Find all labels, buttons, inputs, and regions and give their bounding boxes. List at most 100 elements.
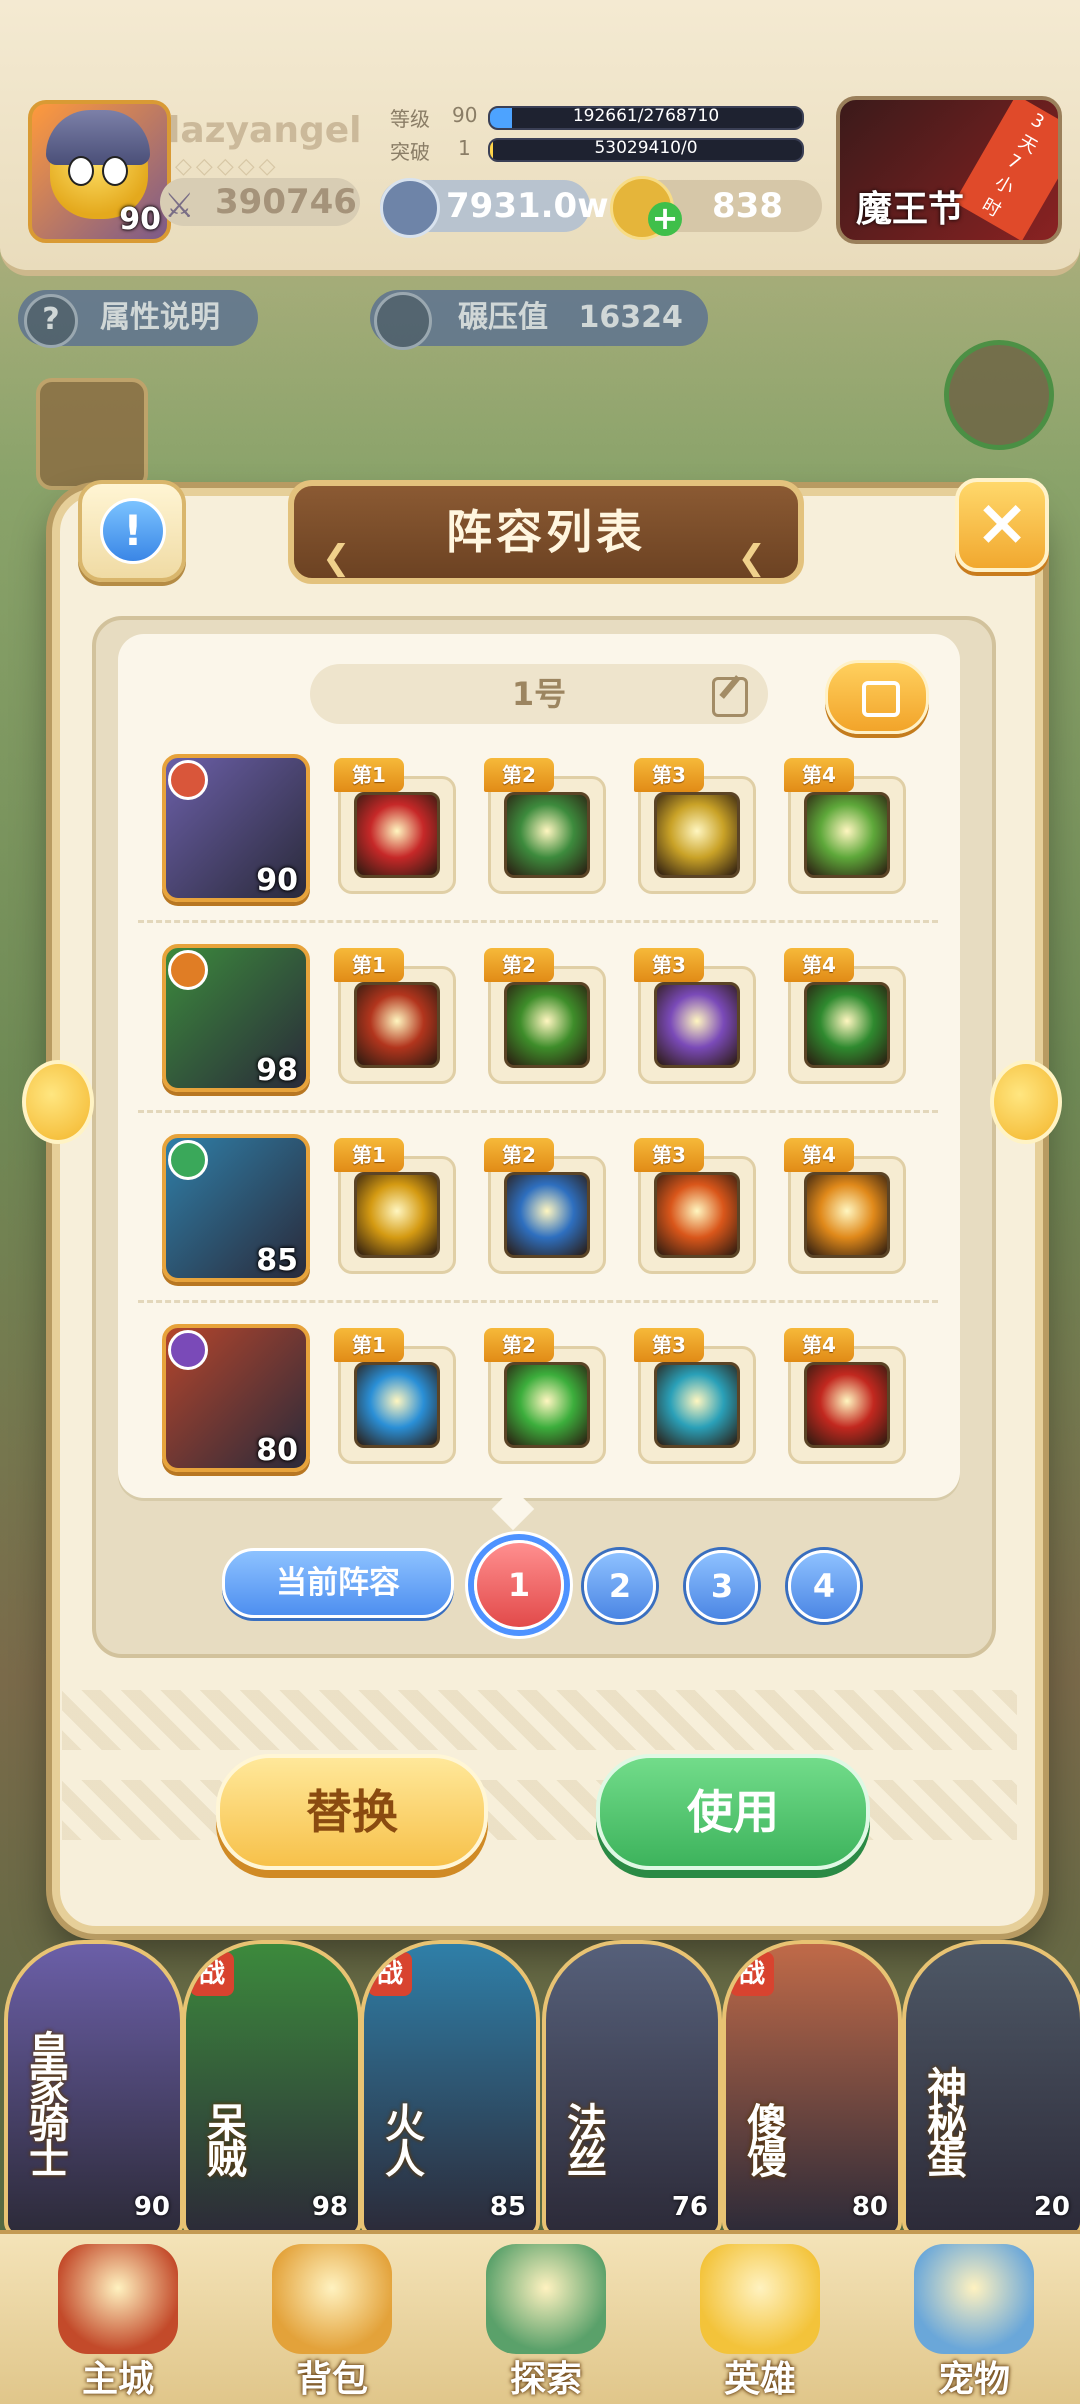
hero-level: 85 [256, 1243, 298, 1278]
crush-label: 碾压值 [458, 300, 548, 335]
name-decoration: ◇◇◇◇◇ [175, 154, 280, 179]
skill-slot[interactable]: 第4 [784, 1138, 906, 1274]
skill-icon [804, 982, 890, 1068]
skill-slot[interactable]: 第3 [634, 758, 756, 894]
skill-slot[interactable]: 第4 [784, 758, 906, 894]
skill-icon [654, 1362, 740, 1448]
skill-slot[interactable]: 第2 [484, 1138, 606, 1274]
nav-icon [914, 2244, 1034, 2354]
lineup-slot-1[interactable]: 1 [474, 1540, 564, 1630]
edit-icon[interactable] [712, 677, 748, 717]
skill-slot[interactable]: 第3 [634, 948, 756, 1084]
skill-slot[interactable]: 第1 [334, 948, 456, 1084]
player-name: lazyangel [168, 110, 362, 151]
side-item-icon[interactable] [36, 378, 148, 490]
info-button[interactable]: ! [78, 480, 186, 582]
roster-hero-level: 80 [851, 2192, 888, 2222]
top-hud: 90 lazyangel ◇◇◇◇◇ ⚔ 390746 等级 90 192661… [0, 0, 1080, 276]
skill-slot[interactable]: 第2 [484, 1328, 606, 1464]
skill-order-tag: 第2 [484, 948, 554, 982]
level-exp-bar: 192661/2768710 [488, 106, 804, 130]
use-button[interactable]: 使用 [596, 1754, 870, 1870]
skill-slot[interactable]: 第2 [484, 948, 606, 1084]
roster-hero-card[interactable]: 傻馒 80 战 [722, 1940, 902, 2238]
roster-hero-card[interactable]: 呆贼 98 战 [182, 1940, 362, 2238]
roster-hero-card[interactable]: 神秘蛋 20 [902, 1940, 1080, 2238]
lineup-slot-4[interactable]: 4 [788, 1550, 860, 1622]
skill-slot[interactable]: 第3 [634, 1328, 756, 1464]
crush-value: 16324 [578, 300, 683, 335]
add-gems-icon[interactable]: + [648, 202, 682, 236]
nav-icon [700, 2244, 820, 2354]
skill-order-tag: 第4 [784, 948, 854, 982]
nav-icon [486, 2244, 606, 2354]
skill-slot[interactable]: 第2 [484, 758, 606, 894]
replace-button[interactable]: 替换 [216, 1754, 488, 1870]
previous-arrow-button[interactable] [22, 1060, 94, 1144]
nav-item-4[interactable]: 英雄 [660, 2234, 860, 2404]
roster-hero-card[interactable]: 皇家骑士 90 [4, 1940, 184, 2238]
roster-hero-card[interactable]: 法丝 76 [542, 1940, 722, 2238]
hero-portrait[interactable]: 90 [162, 754, 310, 902]
crush-value-pill: 碾压值 16324 [370, 290, 708, 350]
roster-hero-level: 98 [311, 2192, 348, 2222]
hero-class-icon [168, 1330, 208, 1370]
skill-slot[interactable]: 第4 [784, 948, 906, 1084]
skill-slot[interactable]: 第1 [334, 758, 456, 894]
roster-hero-card[interactable]: 火人 85 战 [360, 1940, 540, 2238]
skill-icon [354, 1362, 440, 1448]
roster-hero-name: 神秘蛋 [920, 2066, 966, 2174]
next-arrow-button[interactable] [990, 1060, 1062, 1144]
hero-portrait[interactable]: 85 [162, 1134, 310, 1282]
lineup-slot-3[interactable]: 3 [686, 1550, 758, 1622]
avatar-eye [68, 156, 94, 186]
roster-hero-name: 傻馒 [740, 2102, 786, 2174]
title-left-ornament: ❮ [322, 538, 355, 578]
compass-icon[interactable] [944, 340, 1054, 450]
share-button[interactable] [825, 660, 929, 734]
hero-portrait[interactable]: 80 [162, 1324, 310, 1472]
sword-icon: ⚔ [164, 186, 195, 226]
skill-order-tag: 第1 [334, 758, 404, 792]
skill-slot[interactable]: 第3 [634, 1138, 756, 1274]
dialog-title: 阵容列表 [446, 505, 646, 559]
lineup-name-field[interactable]: 1号 [310, 664, 768, 724]
skill-icon [654, 1172, 740, 1258]
nav-item-2[interactable]: 背包 [232, 2234, 432, 2404]
skill-order-tag: 第1 [334, 948, 404, 982]
roster-hero-level: 90 [133, 2192, 170, 2222]
coin-icon [380, 178, 440, 238]
skill-icon [654, 792, 740, 878]
roster-hero-name: 火人 [378, 2102, 424, 2174]
battle-badge: 战 [190, 1952, 234, 1996]
power-value: 390746 [215, 182, 357, 222]
attribute-help-button[interactable]: ? 属性说明 [18, 290, 258, 348]
hero-row: 85 第1 第2 第3 第4 [138, 1132, 938, 1302]
skill-slot[interactable]: 第1 [334, 1328, 456, 1464]
player-avatar[interactable]: 90 [28, 100, 171, 243]
break-exp-bar: 53029410/0 [488, 138, 804, 162]
alarm-icon [374, 292, 432, 350]
lineup-slot-2[interactable]: 2 [584, 1550, 656, 1622]
hero-row: 98 第1 第2 第3 第4 [138, 942, 938, 1112]
skill-slot[interactable]: 第4 [784, 1328, 906, 1464]
nav-item-1[interactable]: 主城 [18, 2234, 218, 2404]
skill-slot[interactable]: 第1 [334, 1138, 456, 1274]
battle-badge: 战 [730, 1952, 774, 1996]
event-banner[interactable]: 3天7小时 魔王节 [836, 96, 1062, 244]
hero-level: 80 [256, 1433, 298, 1468]
close-button[interactable]: × [955, 478, 1049, 572]
nav-item-5[interactable]: 宠物 [874, 2234, 1074, 2404]
roster-hero-name: 呆贼 [200, 2102, 246, 2174]
skill-icon [504, 982, 590, 1068]
hero-class-icon [168, 760, 208, 800]
skill-order-tag: 第2 [484, 758, 554, 792]
nav-item-3[interactable]: 探索 [446, 2234, 646, 2404]
skill-icon [804, 1362, 890, 1448]
hero-portrait[interactable]: 98 [162, 944, 310, 1092]
skill-order-tag: 第1 [334, 1328, 404, 1362]
skill-order-tag: 第3 [634, 1138, 704, 1172]
battle-badge: 战 [368, 1952, 412, 1996]
skill-icon [504, 1172, 590, 1258]
gem-value: 838 [712, 186, 783, 226]
